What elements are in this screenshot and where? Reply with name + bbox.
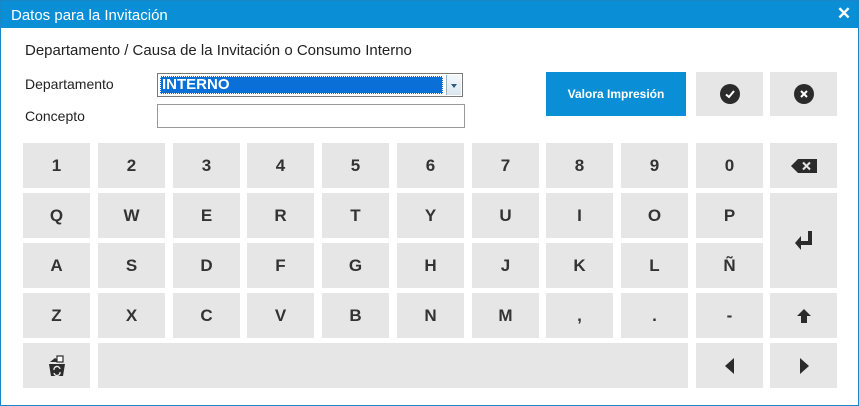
key-f[interactable]: F [247,243,314,288]
recycle-key[interactable] [23,343,90,388]
key-j[interactable]: J [472,243,539,288]
key-1[interactable]: 1 [23,143,90,188]
shift-key[interactable] [770,293,837,338]
key-i[interactable]: I [546,193,613,238]
key-y[interactable]: Y [397,193,464,238]
key-5[interactable]: 5 [322,143,389,188]
key-c[interactable]: C [173,293,240,338]
right-arrow-key[interactable] [770,343,837,388]
key-z[interactable]: Z [23,293,90,338]
key-3[interactable]: 3 [173,143,240,188]
key-4[interactable]: 4 [247,143,314,188]
key-m[interactable]: M [472,293,539,338]
chevron-down-icon[interactable] [446,75,461,95]
key-0[interactable]: 0 [696,143,763,188]
key-u[interactable]: U [472,193,539,238]
close-icon[interactable]: ✕ [834,4,854,24]
key-t[interactable]: T [322,193,389,238]
backspace-icon [790,158,817,173]
key-hyphen[interactable]: - [696,293,763,338]
left-arrow-key[interactable] [696,343,763,388]
valora-impresion-button[interactable]: Valora Impresión [546,72,686,116]
key-9[interactable]: 9 [621,143,688,188]
right-arrow-icon [799,357,809,374]
key-s[interactable]: S [98,243,165,288]
cancel-button[interactable] [770,72,837,116]
enter-icon [794,230,812,250]
check-circle-icon [719,84,740,104]
concepto-label: Concepto [25,108,85,124]
departamento-selected-value: INTERNO [160,76,443,94]
key-6[interactable]: 6 [397,143,464,188]
key-h[interactable]: H [397,243,464,288]
key-2[interactable]: 2 [98,143,165,188]
key-a[interactable]: A [23,243,90,288]
key-v[interactable]: V [247,293,314,338]
window-title: Datos para la Invitación [11,7,168,24]
key-o[interactable]: O [621,193,688,238]
spacebar-key[interactable] [98,343,688,388]
key-n[interactable]: N [397,293,464,338]
invitation-dialog: Datos para la Invitación ✕ Departamento … [0,0,859,406]
key-w[interactable]: W [98,193,165,238]
recycle-bin-icon [48,354,65,376]
key-d[interactable]: D [173,243,240,288]
departamento-label: Departamento [25,76,114,92]
departamento-select[interactable]: INTERNO [157,73,463,97]
concepto-input[interactable] [157,104,465,128]
shift-up-arrow-icon [796,308,811,323]
form-heading: Departamento / Causa de la Invitación o … [25,42,412,59]
enter-key[interactable] [770,193,837,288]
key-b[interactable]: B [322,293,389,338]
backspace-key[interactable] [770,143,837,188]
key-k[interactable]: K [546,243,613,288]
key-p[interactable]: P [696,193,763,238]
key-l[interactable]: L [621,243,688,288]
key-x[interactable]: X [98,293,165,338]
key-enye[interactable]: Ñ [696,243,763,288]
key-q[interactable]: Q [23,193,90,238]
confirm-button[interactable] [696,72,763,116]
key-comma[interactable]: , [546,293,613,338]
key-e[interactable]: E [173,193,240,238]
title-bar: Datos para la Invitación ✕ [1,1,858,28]
close-circle-icon [793,84,814,104]
left-arrow-icon [724,357,734,374]
key-8[interactable]: 8 [546,143,613,188]
key-7[interactable]: 7 [472,143,539,188]
key-period[interactable]: . [621,293,688,338]
key-r[interactable]: R [247,193,314,238]
key-g[interactable]: G [322,243,389,288]
